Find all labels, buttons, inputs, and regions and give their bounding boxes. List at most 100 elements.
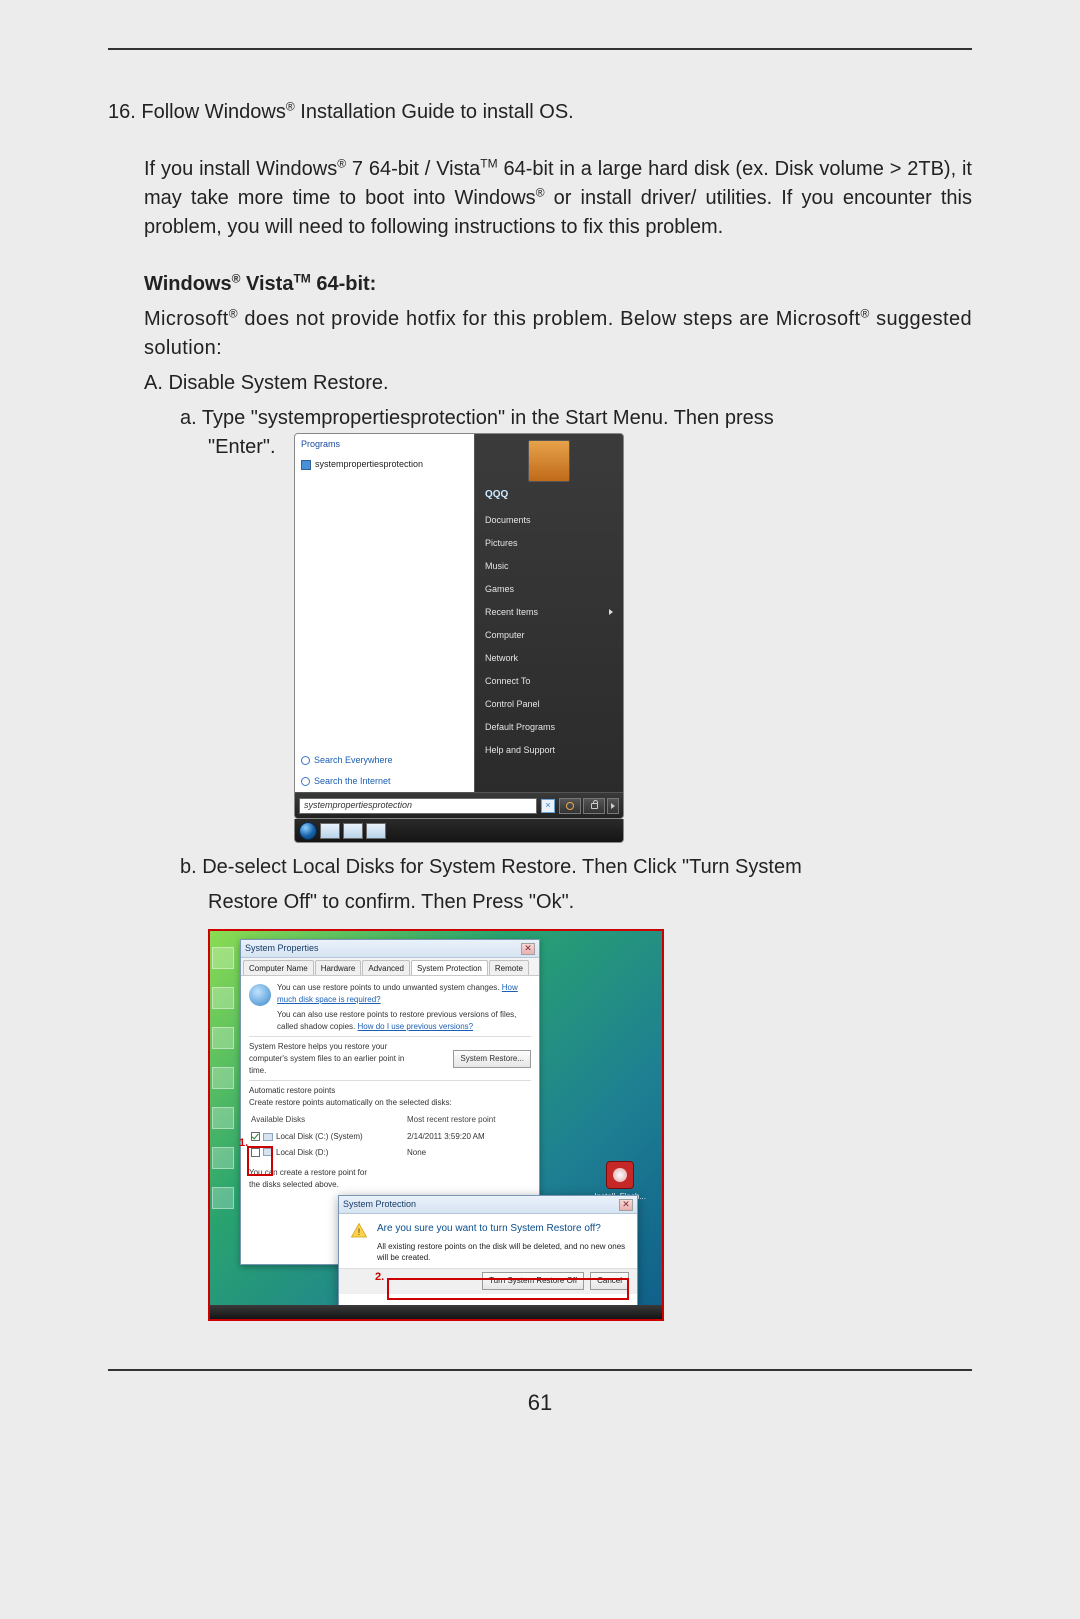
- heading-mid: Vista: [240, 273, 293, 295]
- search-internet-label: Search the Internet: [314, 775, 391, 788]
- power-options-button[interactable]: [607, 798, 619, 814]
- programs-header: Programs: [295, 434, 474, 455]
- desktop-icon[interactable]: [212, 1067, 234, 1089]
- sm-item-documents[interactable]: Documents: [475, 509, 623, 532]
- microsoft-note: Microsoft® does not provide hotfix for t…: [144, 305, 972, 363]
- disk-d-value: None: [407, 1146, 529, 1160]
- sm-item-controlpanel[interactable]: Control Panel: [475, 693, 623, 716]
- sm-item-connect[interactable]: Connect To: [475, 670, 623, 693]
- step-number: 16.: [108, 101, 136, 123]
- sm-item-music[interactable]: Music: [475, 555, 623, 578]
- tab-advanced[interactable]: Advanced: [362, 960, 410, 975]
- ms-b: does not provide hotfix for this problem…: [238, 308, 860, 330]
- user-avatar: [528, 440, 570, 482]
- desktop-icon[interactable]: [212, 987, 234, 1009]
- top-rule: [108, 48, 972, 50]
- checkbox-c[interactable]: [251, 1132, 260, 1141]
- tab-remote[interactable]: Remote: [489, 960, 529, 975]
- sm-item-games[interactable]: Games: [475, 578, 623, 601]
- tab-computer-name[interactable]: Computer Name: [243, 960, 314, 975]
- start-orb[interactable]: [299, 822, 317, 840]
- power-button[interactable]: [559, 798, 581, 814]
- desktop-icon[interactable]: [212, 1107, 234, 1129]
- clear-search-button[interactable]: ×: [541, 799, 555, 813]
- sm-label: Help and Support: [485, 744, 555, 757]
- callout-box-2: [387, 1278, 629, 1300]
- search-input[interactable]: systempropertiesprotection: [299, 798, 537, 814]
- intro-row: You can use restore points to undo unwan…: [249, 982, 531, 1032]
- disk-row-c: Local Disk (C:) (System) 2/14/2011 3:59:…: [251, 1130, 529, 1144]
- search-everywhere[interactable]: Search Everywhere: [295, 750, 474, 771]
- sm-label: Control Panel: [485, 698, 540, 711]
- callout-box-1: [247, 1146, 273, 1176]
- sm-label: Documents: [485, 514, 531, 527]
- desktop-icon[interactable]: [212, 1147, 234, 1169]
- disk-table: Available Disks Most recent restore poin…: [249, 1110, 531, 1161]
- intro-a: You can use restore points to undo unwan…: [277, 983, 502, 992]
- step-text-pre: Follow Windows: [141, 101, 285, 123]
- desktop-icon[interactable]: [212, 1027, 234, 1049]
- disk-c-value: 2/14/2011 3:59:20 AM: [407, 1130, 529, 1144]
- heading-post: 64-bit:: [311, 273, 377, 295]
- heading-pre: Windows: [144, 273, 232, 295]
- system-restore-button[interactable]: System Restore...: [453, 1050, 531, 1068]
- trademark: TM: [293, 271, 310, 285]
- install-note: If you install Windows ® 7 64-bit / Vista…: [144, 155, 972, 242]
- window-titlebar: System Properties ✕: [241, 940, 539, 958]
- close-button[interactable]: ✕: [619, 1199, 633, 1211]
- search-everywhere-label: Search Everywhere: [314, 754, 393, 767]
- trademark: TM: [480, 156, 497, 170]
- sm-item-network[interactable]: Network: [475, 647, 623, 670]
- enter-label: "Enter".: [208, 433, 294, 462]
- step-16: 16. Follow Windows® Installation Guide t…: [108, 98, 972, 127]
- step-text-post: Installation Guide to install OS.: [295, 101, 574, 123]
- search-internet[interactable]: Search the Internet: [295, 771, 474, 792]
- restore-row: System Restore helps you restore your co…: [249, 1041, 531, 1076]
- col-recent: Most recent restore point: [407, 1112, 529, 1128]
- start-menu-right: QQQ Documents Pictures Music Games Recen…: [475, 434, 623, 792]
- flash-icon: [606, 1161, 634, 1189]
- intro-text: You can use restore points to undo unwan…: [277, 982, 531, 1032]
- taskbar: [294, 819, 624, 843]
- lock-button[interactable]: [583, 798, 605, 814]
- taskbar-button[interactable]: [343, 823, 363, 839]
- sm-item-computer[interactable]: Computer: [475, 624, 623, 647]
- chevron-right-icon: [609, 609, 613, 615]
- start-menu: Programs systempropertiesprotection Sear…: [294, 433, 624, 819]
- auto-sub: Create restore points automatically on t…: [249, 1097, 531, 1109]
- step-b: b. De-select Local Disks for System Rest…: [180, 853, 972, 882]
- sm-label: Network: [485, 652, 518, 665]
- step-b-cont: Restore Off" to confirm. Then Press "Ok"…: [208, 888, 972, 917]
- search-icon: [301, 756, 310, 765]
- note-a: If you install Windows: [144, 158, 337, 180]
- confirm-question: Are you sure you want to turn System Res…: [377, 1222, 627, 1237]
- sm-item-pictures[interactable]: Pictures: [475, 532, 623, 555]
- step-a-continued: "Enter". Programs systempropertiesprotec…: [208, 433, 972, 843]
- desktop-icon[interactable]: [212, 1187, 234, 1209]
- sm-item-help[interactable]: Help and Support: [475, 739, 623, 762]
- search-icon: [301, 777, 310, 786]
- search-result[interactable]: systempropertiesprotection: [295, 455, 474, 474]
- ms-a: Microsoft: [144, 308, 229, 330]
- taskbar-button[interactable]: [366, 823, 386, 839]
- close-button[interactable]: ✕: [521, 943, 535, 955]
- sm-label: Music: [485, 560, 509, 573]
- page-number: 61: [108, 1387, 972, 1419]
- registered-mark: ®: [229, 306, 238, 320]
- callout-2: 2.: [375, 1270, 384, 1286]
- vista-heading: Windows® VistaTM 64-bit:: [144, 270, 972, 299]
- bottom-rule: [108, 1369, 972, 1371]
- sm-item-defaultprograms[interactable]: Default Programs: [475, 716, 623, 739]
- tab-hardware[interactable]: Hardware: [315, 960, 362, 975]
- taskbar-button[interactable]: [320, 823, 340, 839]
- intro-link-b[interactable]: How do I use previous versions?: [358, 1022, 474, 1031]
- sm-item-recent[interactable]: Recent Items: [475, 601, 623, 624]
- sm-label: Default Programs: [485, 721, 555, 734]
- registered-mark: ®: [536, 185, 545, 199]
- tab-system-protection[interactable]: System Protection: [411, 960, 488, 975]
- note-b: 7 64-bit / Vista: [346, 158, 480, 180]
- desktop-icon[interactable]: [212, 947, 234, 969]
- user-name[interactable]: QQQ: [475, 484, 623, 509]
- start-menu-bottom: systempropertiesprotection ×: [295, 792, 623, 818]
- tab-strip: Computer Name Hardware Advanced System P…: [241, 958, 539, 976]
